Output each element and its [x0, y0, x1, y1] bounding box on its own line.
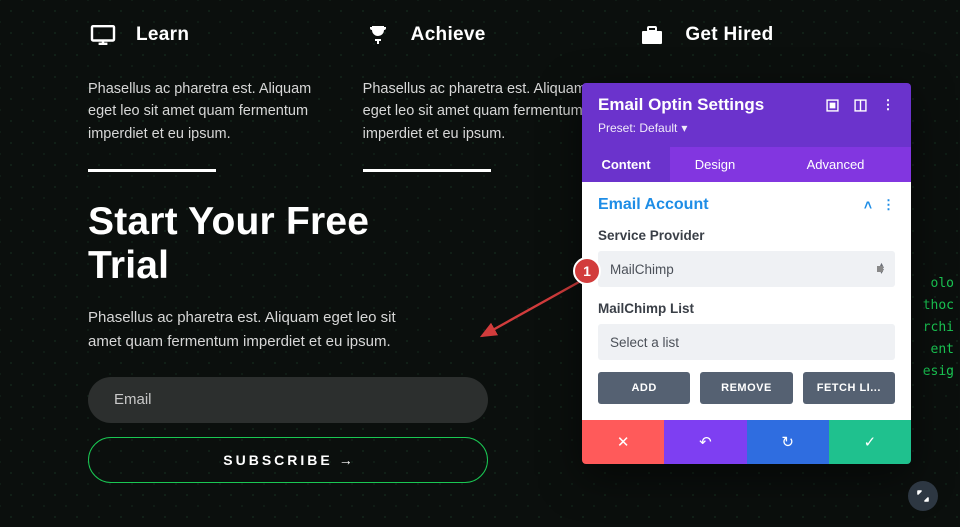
panel-body: Email Account ˄ ⋮ Service Provider MailC… [582, 182, 911, 420]
feature-text: Phasellus ac pharetra est. Aliquam eget … [363, 78, 598, 145]
briefcase-icon [637, 24, 667, 46]
list-label: MailChimp List [598, 301, 895, 316]
chevron-up-icon[interactable]: ˄ [864, 197, 872, 213]
tab-design[interactable]: Design [670, 147, 760, 182]
close-icon: ✕ [617, 433, 630, 451]
annotation-arrow [474, 278, 584, 348]
remove-button[interactable]: REMOVE [700, 372, 792, 404]
divider [88, 169, 216, 172]
undo-icon: ↶ [699, 433, 712, 451]
feature-title: Learn [136, 24, 189, 46]
annotation-badge-1: 1 [573, 257, 601, 285]
trial-heading: Start Your Free Trial [88, 200, 432, 288]
redo-button[interactable]: ↻ [747, 420, 829, 464]
panel-tabs: Content Design Advanced [582, 147, 911, 182]
arrow-right-icon: → [339, 452, 353, 468]
check-icon: ✓ [864, 433, 877, 451]
email-placeholder: Email [114, 391, 152, 408]
fetch-button[interactable]: FETCH LI... [803, 372, 895, 404]
feature-text: Phasellus ac pharetra est. Aliquam eget … [88, 78, 323, 145]
cancel-button[interactable]: ✕ [582, 420, 664, 464]
feature-learn: Learn Phasellus ac pharetra est. Aliquam… [88, 24, 323, 172]
select-caret-icon: ▴▾ [879, 263, 884, 275]
add-button[interactable]: ADD [598, 372, 690, 404]
preset-selector[interactable]: Preset: Default ▾ [598, 121, 687, 135]
undo-button[interactable]: ↶ [664, 420, 746, 464]
trophy-icon [363, 24, 393, 46]
tab-content[interactable]: Content [582, 147, 670, 182]
divider [363, 169, 491, 172]
grid-icon[interactable] [853, 98, 867, 112]
expand-icon[interactable] [825, 98, 839, 112]
list-select[interactable]: Select a list [598, 324, 895, 360]
trial-block: Start Your Free Trial Phasellus ac phare… [0, 172, 520, 483]
caret-down-icon: ▾ [681, 121, 687, 135]
subscribe-label: SUBSCRIBE [223, 452, 332, 468]
redo-icon: ↻ [781, 433, 794, 451]
subscribe-button[interactable]: SUBSCRIBE → [88, 437, 488, 483]
provider-label: Service Provider [598, 228, 895, 243]
panel-footer: ✕ ↶ ↻ ✓ [582, 420, 911, 464]
feature-achieve: Achieve Phasellus ac pharetra est. Aliqu… [363, 24, 598, 172]
resize-icon [915, 488, 931, 504]
panel-title: Email Optin Settings [598, 95, 764, 115]
trial-subtext: Phasellus ac pharetra est. Aliquam eget … [88, 306, 432, 353]
monitor-icon [88, 24, 118, 46]
settings-panel: Email Optin Settings ⋮ Preset: Default ▾… [582, 83, 911, 464]
section-title: Email Account [598, 196, 709, 214]
confirm-button[interactable]: ✓ [829, 420, 911, 464]
feature-title: Achieve [411, 24, 486, 46]
panel-header[interactable]: Email Optin Settings ⋮ Preset: Default ▾ [582, 83, 911, 147]
feature-title: Get Hired [685, 24, 773, 46]
more-icon[interactable]: ⋮ [881, 98, 895, 112]
resize-handle[interactable] [908, 481, 938, 511]
section-header[interactable]: Email Account ˄ ⋮ [598, 196, 895, 214]
email-input[interactable]: Email [88, 377, 488, 423]
tab-advanced[interactable]: Advanced [760, 147, 911, 182]
provider-select[interactable]: MailChimp ▴▾ [598, 251, 895, 287]
more-icon[interactable]: ⋮ [882, 197, 895, 213]
